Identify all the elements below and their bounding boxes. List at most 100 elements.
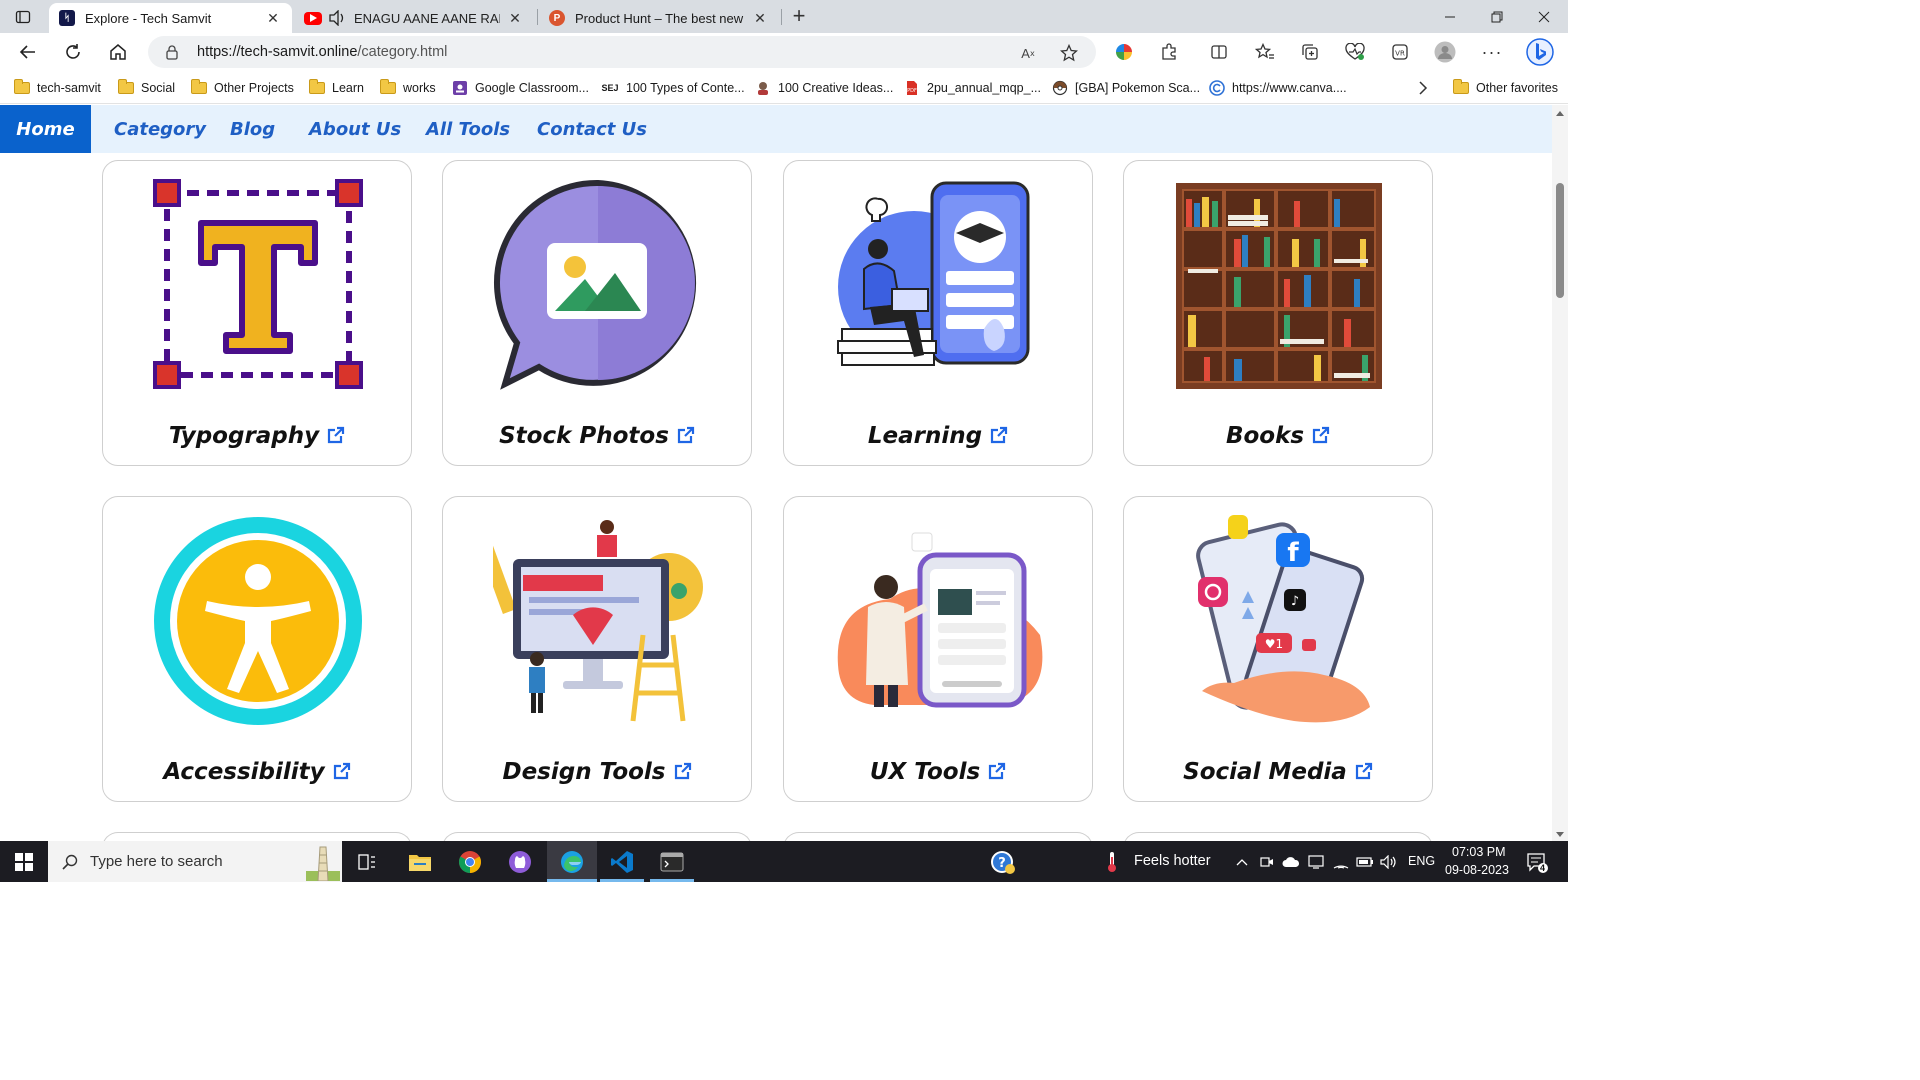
favorite-gba-pokemon[interactable]: [GBA] Pokemon Sca...	[1052, 78, 1200, 98]
favorite-canva[interactable]: https://www.canva....	[1209, 78, 1347, 98]
close-icon[interactable]: ✕	[506, 9, 524, 27]
scrollbar-thumb[interactable]	[1556, 183, 1564, 298]
category-card-partial[interactable]	[442, 832, 752, 841]
nav-all-tools[interactable]: All Tools	[426, 105, 510, 153]
svg-text:?: ?	[998, 856, 1006, 871]
category-card-partial[interactable]	[102, 832, 412, 841]
close-window-button[interactable]	[1521, 0, 1567, 33]
category-label[interactable]: Design Tools	[443, 759, 751, 786]
settings-more-icon[interactable]: ···	[1480, 40, 1504, 64]
category-label[interactable]: Typography	[103, 423, 411, 450]
back-button[interactable]	[13, 37, 43, 67]
meet-now-icon[interactable]	[1258, 841, 1276, 882]
home-button[interactable]	[103, 37, 133, 67]
bing-copilot-icon[interactable]	[1524, 36, 1556, 68]
volume-icon[interactable]	[1378, 841, 1400, 882]
category-card-typography[interactable]: Typography	[102, 160, 412, 466]
split-screen-icon[interactable]	[1207, 40, 1231, 64]
tab-actions-icon[interactable]	[10, 6, 36, 28]
chevron-up-icon[interactable]	[1232, 841, 1252, 882]
web-capture-icon[interactable]: VR	[1388, 40, 1412, 64]
nav-blog[interactable]: Blog	[230, 105, 275, 153]
scroll-down-arrow-icon[interactable]	[1556, 832, 1564, 837]
collections-icon[interactable]	[1298, 40, 1322, 64]
category-card-accessibility[interactable]: Accessibility	[102, 496, 412, 802]
weather-text[interactable]: Feels hotter	[1134, 853, 1211, 869]
favorite-folder-social[interactable]: Social	[118, 78, 175, 98]
task-view-icon[interactable]	[350, 841, 384, 882]
address-bar[interactable]: https://tech-samvit.online/category.html…	[148, 36, 1096, 68]
favorites-icon[interactable]	[1253, 40, 1277, 64]
close-icon[interactable]: ✕	[264, 9, 282, 27]
nav-home[interactable]: Home	[0, 105, 91, 153]
wifi-icon[interactable]	[1331, 841, 1351, 882]
tab-explore-tech-samvit[interactable]: ᛋ Explore - Tech Samvit ✕	[49, 3, 292, 33]
external-link-icon	[333, 760, 351, 786]
color-wheel-extension-icon[interactable]	[1112, 40, 1136, 64]
category-label[interactable]: Accessibility	[103, 759, 411, 786]
other-favorites-folder[interactable]: Other favorites	[1453, 78, 1558, 98]
favorite-100-types-of-content[interactable]: SEJ 100 Types of Conte...	[601, 78, 744, 98]
vscode-icon[interactable]	[600, 841, 644, 882]
category-card-ux-tools[interactable]: UX Tools	[783, 496, 1093, 802]
display-icon[interactable]	[1306, 841, 1326, 882]
favorite-google-classroom[interactable]: Google Classroom...	[452, 78, 589, 98]
input-language[interactable]: ENG	[1408, 854, 1435, 868]
favorite-folder-tech-samvit[interactable]: tech-samvit	[14, 78, 101, 98]
category-card-partial[interactable]	[783, 832, 1093, 841]
category-card-learning[interactable]: Learning	[783, 160, 1093, 466]
nav-about-us[interactable]: About Us	[309, 105, 401, 153]
tab-title: ENAGU AANE AANE RANGA	[354, 10, 500, 26]
edge-taskbar-icon[interactable]	[547, 841, 597, 882]
favorite-folder-other-projects[interactable]: Other Projects	[191, 78, 294, 98]
page-scrollbar[interactable]	[1552, 105, 1568, 841]
notifications-icon[interactable]: 4	[1522, 841, 1552, 882]
minimize-button[interactable]	[1427, 0, 1473, 33]
onedrive-icon[interactable]	[1281, 841, 1301, 882]
category-card-social-media[interactable]: f ♪ ♥1 Social Media	[1123, 496, 1433, 802]
favorite-100-creative-ideas[interactable]: 100 Creative Ideas...	[755, 78, 893, 98]
taskbar-search-box[interactable]: Type here to search	[48, 841, 342, 882]
lock-icon[interactable]	[165, 44, 179, 65]
favorite-star-icon[interactable]	[1059, 43, 1079, 63]
search-icon	[62, 854, 78, 870]
favorite-folder-learn[interactable]: Learn	[309, 78, 364, 98]
nav-contact-us[interactable]: Contact Us	[537, 105, 647, 153]
clock-time[interactable]: 07:03 PM	[1452, 845, 1506, 859]
chevron-right-icon[interactable]	[1418, 78, 1428, 98]
battery-icon[interactable]	[1354, 841, 1376, 882]
clock-date[interactable]: 09-08-2023	[1445, 863, 1509, 877]
start-button[interactable]	[0, 841, 48, 882]
read-aloud-icon[interactable]: Aⅹ	[1018, 43, 1038, 63]
tab-youtube[interactable]: ENAGU AANE AANE RANGA ✕	[294, 3, 534, 33]
category-card-design-tools[interactable]: Design Tools	[442, 496, 752, 802]
restore-button[interactable]	[1474, 0, 1520, 33]
refresh-button[interactable]	[58, 37, 88, 67]
github-desktop-icon[interactable]	[500, 841, 540, 882]
category-label[interactable]: Stock Photos	[443, 423, 751, 450]
scroll-up-arrow-icon[interactable]	[1556, 111, 1564, 116]
category-label[interactable]: Learning	[784, 423, 1092, 450]
category-card-stock-photos[interactable]: Stock Photos	[442, 160, 752, 466]
tab-product-hunt[interactable]: P Product Hunt – The best new pro ✕	[539, 3, 779, 33]
nav-category[interactable]: Category	[114, 105, 206, 153]
profile-avatar-icon[interactable]	[1433, 40, 1457, 64]
category-label[interactable]: Books	[1124, 423, 1432, 450]
speaker-icon[interactable]	[328, 10, 346, 26]
favorite-2pu-annual-mqp[interactable]: PDF 2pu_annual_mqp_...	[904, 78, 1041, 98]
active-app-indicator	[650, 879, 694, 882]
new-tab-button[interactable]: +	[787, 3, 811, 28]
extensions-icon[interactable]	[1157, 40, 1181, 64]
external-link-icon	[1312, 424, 1330, 450]
favorite-folder-works[interactable]: works	[380, 78, 436, 98]
category-card-books[interactable]: Books	[1123, 160, 1433, 466]
chrome-icon[interactable]	[450, 841, 490, 882]
category-label[interactable]: UX Tools	[784, 759, 1092, 786]
close-icon[interactable]: ✕	[751, 9, 769, 27]
category-label[interactable]: Social Media	[1124, 759, 1432, 786]
browser-essentials-icon[interactable]	[1343, 40, 1367, 64]
help-icon[interactable]: ?	[988, 841, 1018, 882]
category-card-partial[interactable]	[1123, 832, 1433, 841]
file-explorer-icon[interactable]	[400, 841, 440, 882]
terminal-icon[interactable]	[650, 841, 694, 882]
